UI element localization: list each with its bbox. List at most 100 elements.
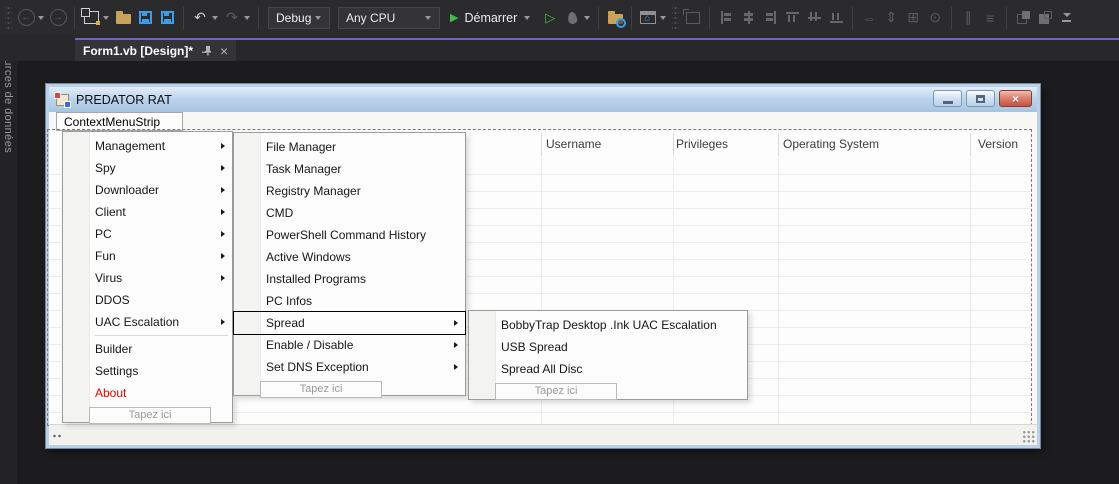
save-icon[interactable]	[135, 5, 155, 31]
menu-item-cmd[interactable]: CMD	[234, 202, 465, 224]
toolbar-separator	[631, 6, 633, 29]
menu-item-uac-escalation[interactable]: UAC Escalation	[63, 311, 232, 333]
toolbar-drag-grip[interactable]	[5, 5, 12, 30]
maximize-button[interactable]	[966, 90, 995, 107]
align-centers-icon[interactable]	[738, 5, 758, 31]
submenu-arrow-icon	[221, 252, 225, 259]
menu-item-pc-infos[interactable]: PC Infos	[234, 290, 465, 312]
start-debugging-button[interactable]: ▶ Démarrer	[450, 11, 533, 25]
type-here-placeholder[interactable]: Tapez ici	[495, 383, 617, 400]
start-without-debugging-icon[interactable]: ▷	[540, 5, 560, 31]
menu-item-label: Active Windows	[266, 250, 351, 264]
column-header-version[interactable]: Version	[978, 137, 1018, 151]
toolbar-options-icon[interactable]	[1057, 5, 1077, 31]
align-middles-icon[interactable]	[804, 5, 824, 31]
menu-item-label: Task Manager	[266, 162, 342, 176]
chevron-down-icon	[38, 15, 44, 20]
solution-platforms-combo[interactable]: Any CPU	[338, 6, 440, 29]
menu-item-active-windows[interactable]: Active Windows	[234, 246, 465, 268]
menu-item-powershell-command-history[interactable]: PowerShell Command History	[234, 224, 465, 246]
menu-item-builder[interactable]: Builder	[63, 338, 232, 360]
pin-icon[interactable]	[201, 45, 212, 56]
send-to-back-icon	[1035, 5, 1055, 31]
menu-item-label: USB Spread	[501, 340, 568, 354]
form-titlebar[interactable]: PREDATOR RAT	[49, 87, 1037, 112]
menu-item-about[interactable]: About	[63, 382, 232, 404]
column-separator[interactable]	[541, 133, 542, 156]
menu-item-spread-all-disc[interactable]: Spread All Disc	[469, 358, 747, 380]
column-separator[interactable]	[970, 133, 971, 156]
menu-item-pc[interactable]: PC	[63, 223, 232, 245]
menu-item-label: Virus	[95, 271, 123, 285]
form-title: PREDATOR RAT	[76, 92, 172, 107]
form-icon	[54, 91, 71, 108]
chevron-down-icon	[212, 15, 218, 20]
menu-item-label: File Manager	[266, 140, 337, 154]
menu-item-label: Fun	[95, 249, 116, 263]
type-here-placeholder[interactable]: Tapez ici	[89, 407, 211, 424]
menu-item-fun[interactable]: Fun	[63, 245, 232, 267]
menu-item-ddos[interactable]: DDOS	[63, 289, 232, 311]
grid-line	[970, 158, 971, 424]
column-header-username[interactable]: Username	[546, 137, 601, 151]
hot-reload-icon[interactable]	[562, 5, 582, 31]
menu-item-file-manager[interactable]: File Manager	[234, 136, 465, 158]
column-header-privileges[interactable]: Privileges	[676, 137, 728, 151]
align-to-grid-icon	[683, 5, 703, 31]
menu-item-label: Registry Manager	[266, 184, 361, 198]
align-tops-icon[interactable]	[782, 5, 802, 31]
menu-item-label: BobbyTrap Desktop .Ink UAC Escalation	[501, 318, 717, 332]
column-separator[interactable]	[673, 133, 674, 156]
menu-item-usb-spread[interactable]: USB Spread	[469, 336, 747, 358]
menu-item-client[interactable]: Client	[63, 201, 232, 223]
menu-item-spread[interactable]: Spread	[234, 312, 465, 334]
menu-item-spy[interactable]: Spy	[63, 157, 232, 179]
new-project-icon[interactable]	[80, 5, 101, 31]
close-icon[interactable]: ×	[220, 44, 228, 58]
resize-grip-icon[interactable]	[1022, 430, 1035, 443]
make-same-width-icon: ⇔	[862, 9, 877, 26]
menu-item-label: CMD	[266, 206, 294, 220]
menu-item-set-dns-exception[interactable]: Set DNS Exception	[234, 356, 465, 378]
close-button[interactable]: ×	[999, 90, 1032, 107]
open-file-icon[interactable]	[113, 5, 133, 31]
menu-item-label: Enable / Disable	[266, 338, 354, 352]
tool-window-tab-data-sources[interactable]: Sources de données	[0, 35, 17, 484]
horizontal-spacing-icon: ∥	[964, 9, 972, 25]
find-in-files-icon[interactable]	[605, 5, 626, 31]
add-new-item-icon[interactable]	[638, 5, 658, 31]
maximize-icon	[976, 94, 985, 103]
vs-toolbar: ← → ↶ ↷ Debug Any CPU ▶ Démarrer ▷ ⇔ ⇕ ⊞ ⊙ ∥ ≡	[0, 0, 1119, 35]
align-bottoms-icon[interactable]	[826, 5, 846, 31]
toolbar-drag-grip[interactable]	[672, 5, 680, 30]
window-controls: ×	[933, 90, 1032, 107]
menu-item-downloader[interactable]: Downloader	[63, 179, 232, 201]
type-here-placeholder[interactable]: Tapez ici	[260, 381, 382, 398]
menu-item-enable-disable[interactable]: Enable / Disable	[234, 334, 465, 356]
menu-item-bobbytrap-desktop-ink-uac-escalation[interactable]: BobbyTrap Desktop .Ink UAC Escalation	[469, 314, 747, 336]
contextmenustrip-designer-tab[interactable]: ContextMenuStrip	[56, 112, 183, 131]
column-header-operating-system[interactable]: Operating System	[783, 137, 879, 151]
solution-configurations-combo[interactable]: Debug	[268, 6, 330, 29]
menu-item-label: Builder	[95, 342, 133, 356]
undo-icon[interactable]: ↶	[190, 5, 210, 31]
menu-item-task-manager[interactable]: Task Manager	[234, 158, 465, 180]
align-rights-icon[interactable]	[760, 5, 780, 31]
menu-item-settings[interactable]: Settings	[63, 360, 232, 382]
menu-item-virus[interactable]: Virus	[63, 267, 232, 289]
menu-item-installed-programs[interactable]: Installed Programs	[234, 268, 465, 290]
minimize-button[interactable]	[933, 90, 962, 107]
tab-form1-design[interactable]: Form1.vb [Design]* ×	[75, 40, 237, 61]
menu-item-registry-manager[interactable]: Registry Manager	[234, 180, 465, 202]
menu-item-management[interactable]: Management	[63, 135, 232, 157]
toolbar-separator	[852, 6, 854, 29]
chevron-down-icon	[103, 15, 109, 20]
menu-item-label: PowerShell Command History	[266, 228, 427, 242]
vertical-spacing-icon: ≡	[986, 9, 995, 26]
align-lefts-icon[interactable]	[716, 5, 736, 31]
column-separator[interactable]	[778, 133, 779, 156]
menu-item-label: PC Infos	[266, 294, 313, 308]
play-icon: ▶	[450, 12, 459, 24]
save-all-icon[interactable]	[157, 5, 177, 31]
contextmenustrip-label: ContextMenuStrip	[64, 114, 161, 129]
